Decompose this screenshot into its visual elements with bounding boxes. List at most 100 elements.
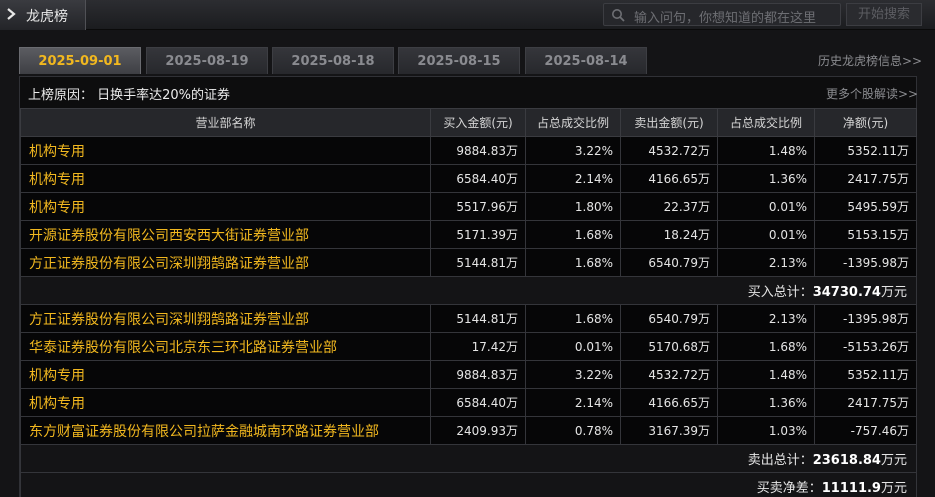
table-row[interactable]: 东方财富证券股份有限公司拉萨金融城南环路证券营业部 2409.93万 0.78% 31… xyxy=(20,416,917,445)
sell-total-label: 卖出总计： xyxy=(747,453,813,468)
net-total-value: 11111.9 xyxy=(821,481,881,496)
value-cell: 3.22% xyxy=(525,360,621,389)
sell-total-row: 卖出总计：23618.84万元 xyxy=(20,444,917,473)
value-cell: 5352.11万 xyxy=(814,360,917,389)
column-header: 买入金额(元) xyxy=(430,108,526,137)
value-cell: 6540.79万 xyxy=(620,248,718,277)
value-cell: 1.68% xyxy=(717,332,815,361)
value-cell: 0.78% xyxy=(525,416,621,445)
value-cell: 6540.79万 xyxy=(620,304,718,333)
table-row[interactable]: 机构专用 5517.96万 1.80% 22.37万 0.01% 5495.59万 xyxy=(20,192,917,221)
value-cell: -757.46万 xyxy=(814,416,917,445)
value-cell: -1395.98万 xyxy=(814,304,917,333)
value-cell: 3.22% xyxy=(525,136,621,165)
top-bar: 龙虎榜 输入问句，你想知道的都在这里 开始搜索 xyxy=(0,0,935,30)
broker-name-cell[interactable]: 东方财富证券股份有限公司拉萨金融城南环路证券营业部 xyxy=(20,416,431,445)
table-row[interactable]: 机构专用 6584.40万 2.14% 4166.65万 1.36% 2417.75万 xyxy=(20,388,917,417)
value-cell: 1.80% xyxy=(525,192,621,221)
broker-name-cell[interactable]: 开源证券股份有限公司西安西大街证券营业部 xyxy=(20,220,431,249)
column-header: 占总成交比例 xyxy=(525,108,621,137)
table-row[interactable]: 机构专用 9884.83万 3.22% 4532.72万 1.48% 5352.11万 xyxy=(20,136,917,165)
net-total-label: 买卖净差： xyxy=(756,481,822,496)
table-row[interactable]: 机构专用 9884.83万 3.22% 4532.72万 1.48% 5352.11万 xyxy=(20,360,917,389)
sell-total-value: 23618.84 xyxy=(812,453,881,468)
value-cell: 9884.83万 xyxy=(430,136,526,165)
broker-name-cell[interactable]: 机构专用 xyxy=(20,164,431,193)
value-cell: 0.01% xyxy=(717,220,815,249)
value-cell: 2417.75万 xyxy=(814,388,917,417)
value-cell: 0.01% xyxy=(525,332,621,361)
table-row[interactable]: 方正证券股份有限公司深圳翔鹄路证券营业部 5144.81万 1.68% 6540.79… xyxy=(20,248,917,277)
value-cell: 18.24万 xyxy=(620,220,718,249)
value-cell: 3167.39万 xyxy=(620,416,718,445)
value-cell: 4166.65万 xyxy=(620,388,718,417)
broker-name-cell[interactable]: 机构专用 xyxy=(20,388,431,417)
column-header: 净额(元) xyxy=(814,108,917,137)
title-tab[interactable]: 龙虎榜 xyxy=(0,0,86,30)
table-row[interactable]: 华泰证券股份有限公司北京东三环北路证券营业部 17.42万 0.01% 5170.68… xyxy=(20,332,917,361)
table-row[interactable]: 方正证券股份有限公司深圳翔鹄路证券营业部 5144.81万 1.68% 6540.79… xyxy=(20,304,917,333)
value-cell: 2417.75万 xyxy=(814,164,917,193)
table-row[interactable]: 机构专用 6584.40万 2.14% 4166.65万 1.36% 2417.75万 xyxy=(20,164,917,193)
broker-name-cell[interactable]: 机构专用 xyxy=(20,136,431,165)
history-link[interactable]: 历史龙虎榜信息>> xyxy=(818,52,922,69)
value-cell: 4532.72万 xyxy=(620,360,718,389)
table-row[interactable]: 开源证券股份有限公司西安西大街证券营业部 5171.39万 1.68% 18.24万 0… xyxy=(20,220,917,249)
value-cell: -1395.98万 xyxy=(814,248,917,277)
value-cell: 5144.81万 xyxy=(430,304,526,333)
tab-date-5[interactable]: 2025-08-14 xyxy=(525,47,647,74)
broker-name-cell[interactable]: 机构专用 xyxy=(20,360,431,389)
value-cell: 2409.93万 xyxy=(430,416,526,445)
broker-name-cell[interactable]: 方正证券股份有限公司深圳翔鹄路证券营业部 xyxy=(20,248,431,277)
value-cell: 22.37万 xyxy=(620,192,718,221)
value-cell: 2.14% xyxy=(525,388,621,417)
column-header: 卖出金额(元) xyxy=(620,108,718,137)
search-button[interactable]: 开始搜索 xyxy=(846,3,922,26)
reason-bar: 上榜原因： 日换手率达20%的证券 更多个股解读>> xyxy=(20,77,918,108)
buy-total-label: 买入总计： xyxy=(747,285,813,300)
search-icon xyxy=(612,9,625,22)
value-cell: 5495.59万 xyxy=(814,192,917,221)
totals-section: 卖出总计：23618.84万元 买卖净差：11111.9万元 xyxy=(20,444,917,497)
tab-date-1[interactable]: 2025-09-01 xyxy=(19,47,141,74)
value-cell: 1.36% xyxy=(717,164,815,193)
tab-date-2[interactable]: 2025-08-19 xyxy=(146,47,268,74)
broker-name-cell[interactable]: 方正证券股份有限公司深圳翔鹄路证券营业部 xyxy=(20,304,431,333)
value-cell: 17.42万 xyxy=(430,332,526,361)
value-cell: 5352.11万 xyxy=(814,136,917,165)
value-cell: 1.36% xyxy=(717,388,815,417)
value-cell: 4166.65万 xyxy=(620,164,718,193)
value-cell: 5153.15万 xyxy=(814,220,917,249)
search-box[interactable]: 输入问句，你想知道的都在这里 xyxy=(603,3,841,26)
value-cell: 1.68% xyxy=(525,220,621,249)
trading-table: 营业部名称 买入金额(元) 占总成交比例 卖出金额(元) 占总成交比例 净额(元… xyxy=(20,108,917,497)
buy-total-row: 买入总计：34730.74万元 xyxy=(20,276,917,305)
net-total-row: 买卖净差：11111.9万元 xyxy=(20,472,917,497)
value-cell: 0.01% xyxy=(717,192,815,221)
page-title: 龙虎榜 xyxy=(26,9,68,25)
tab-date-4[interactable]: 2025-08-15 xyxy=(398,47,520,74)
net-total-unit: 万元 xyxy=(880,481,907,496)
column-header: 占总成交比例 xyxy=(717,108,815,137)
value-cell: 1.03% xyxy=(717,416,815,445)
value-cell: 1.68% xyxy=(525,304,621,333)
sell-total-unit: 万元 xyxy=(880,453,907,468)
value-cell: 5144.81万 xyxy=(430,248,526,277)
buy-total-unit: 万元 xyxy=(880,285,907,300)
value-cell: 1.48% xyxy=(717,360,815,389)
content-panel: 上榜原因： 日换手率达20%的证券 更多个股解读>> 营业部名称 买入金额(元)… xyxy=(19,76,918,497)
value-cell: 6584.40万 xyxy=(430,164,526,193)
broker-name-cell[interactable]: 机构专用 xyxy=(20,192,431,221)
value-cell: 6584.40万 xyxy=(430,388,526,417)
value-cell: 9884.83万 xyxy=(430,360,526,389)
more-analysis-link[interactable]: 更多个股解读>> xyxy=(826,85,918,102)
value-cell: -5153.26万 xyxy=(814,332,917,361)
chevron-right-icon xyxy=(7,8,16,20)
broker-name-cell[interactable]: 华泰证券股份有限公司北京东三环北路证券营业部 xyxy=(20,332,431,361)
search-input[interactable]: 输入问句，你想知道的都在这里 xyxy=(634,7,816,26)
column-header: 营业部名称 xyxy=(20,108,431,137)
tab-date-3[interactable]: 2025-08-18 xyxy=(272,47,394,74)
value-cell: 2.14% xyxy=(525,164,621,193)
value-cell: 5517.96万 xyxy=(430,192,526,221)
value-cell: 1.48% xyxy=(717,136,815,165)
